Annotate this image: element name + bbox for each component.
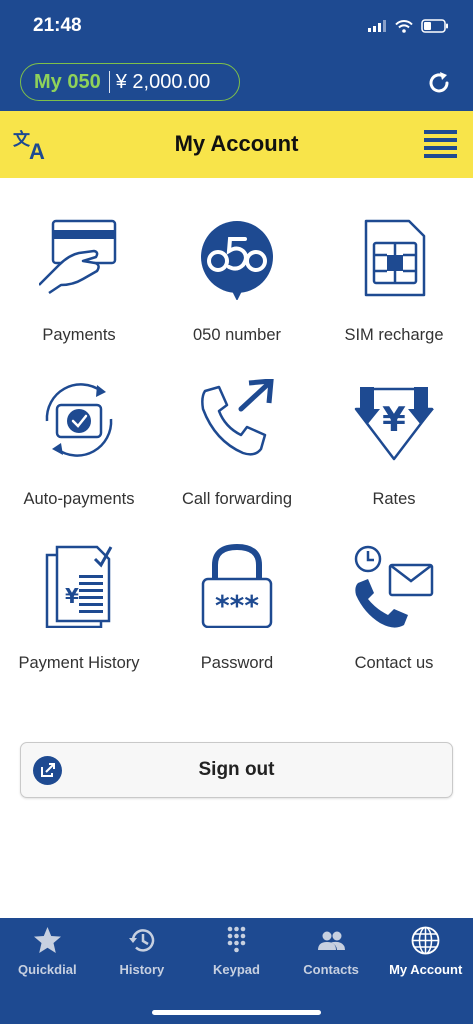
svg-text:¥: ¥: [65, 584, 79, 608]
tab-keypad[interactable]: Keypad: [189, 918, 284, 990]
tab-label: Contacts: [303, 962, 359, 977]
battery-icon: [421, 19, 448, 33]
wifi-icon: [395, 19, 413, 33]
050-number-icon: [201, 221, 273, 300]
yen-down-arrow-icon: ¥: [354, 387, 434, 461]
svg-text:***: ***: [215, 589, 259, 622]
status-time: 21:48: [33, 15, 82, 36]
tile-label: Rates: [372, 490, 416, 508]
tab-label: My Account: [389, 962, 463, 977]
contacts-icon: [317, 931, 345, 950]
home-indicator: [152, 1010, 321, 1015]
tile-label: Payments: [42, 326, 116, 344]
sim-card-icon: [364, 219, 426, 297]
globe-icon: [411, 926, 440, 955]
tab-label: History: [119, 962, 165, 977]
tile-label: 050 number: [192, 326, 282, 344]
refresh-icon[interactable]: [425, 69, 453, 97]
credit-card-hand-icon: [39, 219, 117, 295]
tile-label: Call forwarding: [181, 490, 293, 508]
tile-payment-history[interactable]: ¥ Payment History: [0, 538, 158, 688]
sign-out-label: Sign out: [198, 759, 275, 780]
balance-pill[interactable]: My 050 ¥ 2,000.00: [20, 63, 240, 101]
phone-mail-icon: [354, 545, 434, 628]
page-title: My Account: [174, 131, 299, 156]
auto-payment-icon: [45, 383, 113, 457]
tile-payments[interactable]: Payments: [0, 210, 158, 360]
tile-contact-us[interactable]: Contact us: [315, 538, 473, 688]
tab-contacts[interactable]: Contacts: [284, 918, 379, 990]
tile-rates[interactable]: ¥ Rates: [315, 374, 473, 524]
menu-icon[interactable]: [424, 130, 457, 158]
tab-label: Keypad: [213, 962, 260, 977]
tab-history[interactable]: History: [95, 918, 190, 990]
call-forward-icon: [201, 379, 274, 456]
tab-my-account[interactable]: My Account: [378, 918, 473, 990]
tile-label: Contact us: [354, 654, 434, 672]
keypad-icon: [227, 926, 246, 953]
title-bar: 文 A My Account: [0, 111, 473, 178]
balance-divider: [108, 71, 110, 93]
top-bar: 21:48 My 050 ¥ 2,000.00: [0, 0, 473, 111]
tab-quickdial[interactable]: Quickdial: [0, 918, 95, 990]
tab-label: Quickdial: [18, 962, 77, 977]
balance-amount: ¥ 2,000.00: [115, 70, 211, 93]
tile-050-number[interactable]: 050 number: [158, 210, 316, 360]
tile-label: Password: [200, 654, 274, 672]
tab-bar: Quickdial History Keypad Contacts My Acc…: [0, 918, 473, 1024]
status-icons: [368, 19, 449, 33]
sign-out-button[interactable]: Sign out: [20, 742, 453, 798]
tile-label: Payment History: [18, 654, 140, 672]
tile-label: Auto-payments: [23, 490, 135, 508]
signal-icon: [368, 20, 386, 32]
tile-sim-recharge[interactable]: SIM recharge: [315, 210, 473, 360]
history-icon: [128, 929, 154, 952]
tile-call-forwarding[interactable]: Call forwarding: [158, 374, 316, 524]
invoice-icon: ¥: [45, 545, 113, 628]
tile-password[interactable]: *** Password: [158, 538, 316, 688]
balance-label: My 050: [34, 70, 101, 93]
padlock-icon: ***: [201, 543, 273, 628]
star-icon: [34, 927, 61, 953]
tile-auto-payments[interactable]: Auto-payments: [0, 374, 158, 524]
svg-text:¥: ¥: [382, 400, 406, 440]
tile-label: SIM recharge: [344, 326, 444, 344]
